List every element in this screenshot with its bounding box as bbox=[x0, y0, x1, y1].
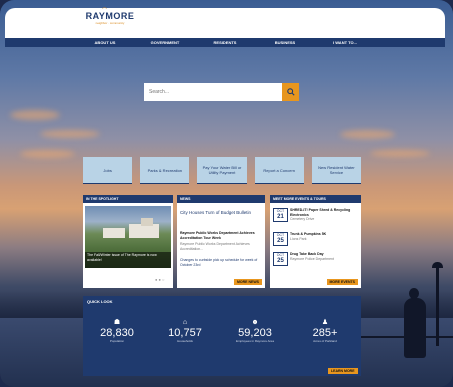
stat-employees: ☻ 59,203 Employees in Raymore Area bbox=[225, 319, 285, 343]
stat-label: Acres of Parkland bbox=[313, 339, 337, 343]
quick-links: Jobs Parks & Recreation Pay Your Water B… bbox=[83, 157, 362, 184]
person-silhouette bbox=[404, 298, 426, 358]
tile-pay-water-bill[interactable]: Pay Your Water Bill or Utility Payment bbox=[197, 157, 247, 184]
event-item[interactable]: OCT 25 Trunk & Pumpkins 5K Lions Park bbox=[273, 232, 359, 246]
carousel-dots[interactable]: ● ● ○ bbox=[155, 277, 164, 282]
cloud bbox=[40, 130, 100, 138]
event-title: Drug Take Back Day bbox=[290, 252, 324, 256]
more-events-button[interactable]: MORE EVENTS bbox=[326, 279, 358, 285]
stat-label: Population bbox=[109, 339, 125, 343]
search-input[interactable] bbox=[144, 83, 282, 101]
more-news-button[interactable]: MORE NEWS bbox=[234, 279, 262, 285]
quick-look-header: QUICK LOOK bbox=[87, 299, 113, 304]
event-meta: Cemetery Drive bbox=[290, 217, 315, 221]
event-day: 25 bbox=[277, 238, 284, 244]
search-button[interactable] bbox=[282, 83, 299, 101]
event-item[interactable]: OCT 21 SHRED-IT! Paper Shred & Recycling … bbox=[273, 208, 359, 222]
stat-parkland: ♟ 285+ Acres of Parkland bbox=[295, 319, 355, 343]
events-panel: MEET MORE EVENTS & TOURS OCT 21 SHRED-IT!… bbox=[270, 195, 361, 288]
event-day: 21 bbox=[277, 214, 284, 220]
group-icon: ☻ bbox=[251, 319, 259, 326]
nav-business[interactable]: BUSINESS bbox=[255, 38, 315, 47]
news-item-meta: Raymore Public Works Department Achieves… bbox=[180, 242, 250, 251]
building bbox=[129, 224, 159, 238]
event-text: SHRED-IT! Paper Shred & Recycling Electr… bbox=[290, 208, 358, 222]
stat-population: ☗ 28,830 Population bbox=[87, 319, 147, 343]
cloud bbox=[20, 150, 75, 158]
cloud bbox=[340, 130, 395, 139]
event-text: Drug Take Back Day Raymore Police Departm… bbox=[290, 252, 358, 261]
nav-residents[interactable]: RESIDENTS bbox=[195, 38, 255, 47]
news-panel: NEWS City Houses Turn of Budget Bulletin… bbox=[177, 195, 265, 288]
event-title: Trunk & Pumpkins 5K bbox=[290, 232, 327, 236]
event-meta: Raymore Police Department bbox=[290, 256, 334, 261]
logo-tagline: neighbor . community bbox=[95, 21, 125, 25]
building-tower bbox=[141, 218, 153, 226]
lamp-post bbox=[436, 266, 439, 346]
search-bar bbox=[144, 83, 299, 101]
page: ⌒ RAYMORE neighbor . community ABOUT US … bbox=[0, 0, 453, 387]
news-header: NEWS bbox=[177, 195, 265, 203]
nav-i-want-to[interactable]: I WANT TO... bbox=[315, 38, 375, 47]
spotlight-panel: IN THE SPOTLIGHT The Fall/Winter issue o… bbox=[83, 195, 173, 288]
logo-name: RAYMORE bbox=[85, 11, 135, 21]
tile-report-concern[interactable]: Report a Concern bbox=[254, 157, 304, 184]
learn-more-button[interactable]: LEARN MORE bbox=[328, 368, 358, 374]
stat-households: ⌂ 10,757 Households bbox=[155, 319, 215, 343]
nav-government[interactable]: GOVERNMENT bbox=[135, 38, 195, 47]
news-item-title: Raymore Public Works Department Achieves… bbox=[180, 231, 255, 240]
house-icon: ⌂ bbox=[182, 319, 188, 326]
event-meta: Lions Park bbox=[290, 236, 307, 241]
news-item-title[interactable]: City Houses Turn of Budget Bulletin bbox=[180, 210, 260, 216]
event-title: SHRED-IT! Paper Shred & Recycling Electr… bbox=[290, 208, 351, 217]
news-item[interactable]: Raymore Public Works Department Achieves… bbox=[180, 231, 260, 240]
search-icon bbox=[286, 88, 295, 96]
cloud bbox=[370, 150, 430, 157]
main-nav: ABOUT US GOVERNMENT RESIDENTS BUSINESS I… bbox=[5, 38, 445, 47]
stat-label: Households bbox=[177, 339, 193, 343]
event-item[interactable]: OCT 25 Drug Take Back Day Raymore Police D… bbox=[273, 252, 359, 266]
spotlight-header: IN THE SPOTLIGHT bbox=[83, 195, 173, 203]
site-header bbox=[5, 8, 445, 38]
nav-about-us[interactable]: ABOUT US bbox=[75, 38, 135, 47]
event-day: 25 bbox=[277, 258, 284, 264]
cloud bbox=[10, 110, 60, 120]
event-date: OCT 21 bbox=[273, 208, 288, 222]
event-date: OCT 25 bbox=[273, 232, 288, 246]
person-icon: ♟ bbox=[321, 319, 329, 326]
site-logo[interactable]: RAYMORE neighbor . community bbox=[80, 11, 140, 25]
stat-value: 28,830 bbox=[100, 327, 134, 339]
event-text: Trunk & Pumpkins 5K Lions Park bbox=[290, 232, 358, 241]
spotlight-caption[interactable]: The Fall/Winter issue of The Raymore is … bbox=[85, 252, 171, 268]
tile-jobs[interactable]: Jobs bbox=[83, 157, 133, 184]
stat-value: 59,203 bbox=[238, 327, 272, 339]
people-icon: ☗ bbox=[113, 319, 121, 326]
news-item-title[interactable]: Changes to curbside pick up schedule for… bbox=[180, 258, 260, 267]
tile-new-resident-water[interactable]: New Resident Water Service bbox=[311, 157, 362, 184]
event-date: OCT 25 bbox=[273, 252, 288, 266]
events-header: MEET MORE EVENTS & TOURS bbox=[270, 195, 361, 203]
tile-parks-recreation[interactable]: Parks & Recreation bbox=[140, 157, 190, 184]
quick-look-panel: QUICK LOOK ☗ 28,830 Population ⌂ 10,757 … bbox=[83, 296, 361, 376]
building bbox=[103, 228, 125, 238]
stat-label: Employees in Raymore Area bbox=[235, 339, 275, 343]
stat-value: 10,757 bbox=[168, 327, 202, 339]
stat-value: 285+ bbox=[312, 327, 338, 339]
